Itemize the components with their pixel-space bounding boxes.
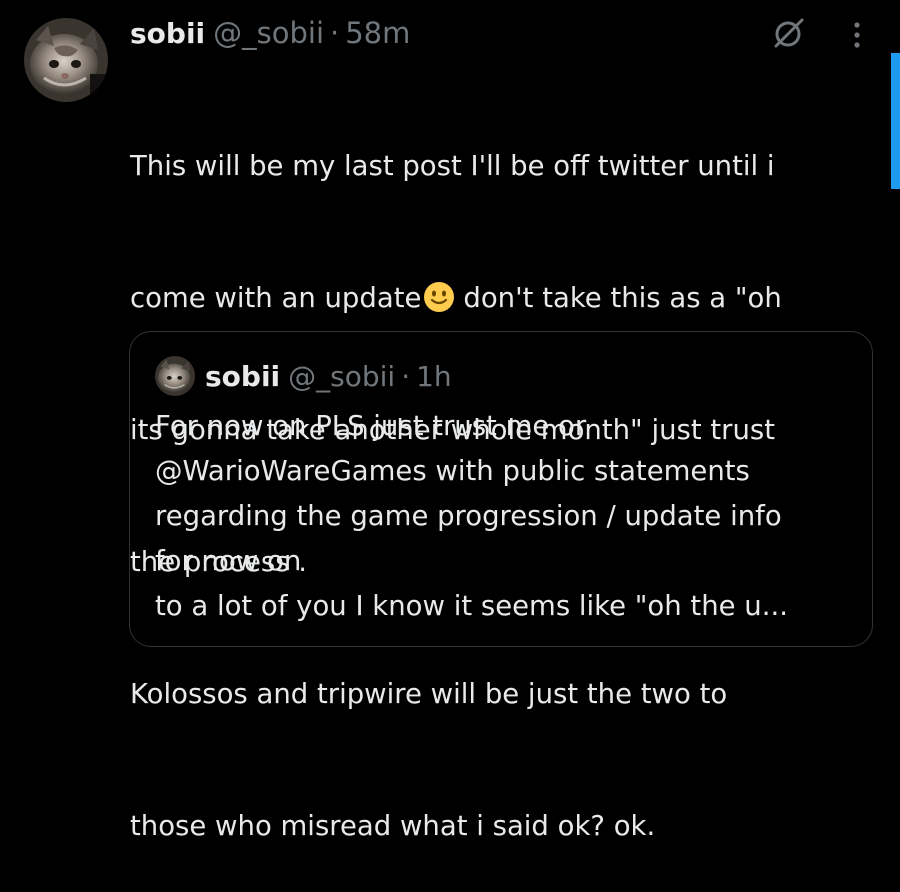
quoted-author-handle: @_sobii	[288, 359, 396, 393]
tweet-text-segment: don't take this as a "oh	[463, 282, 782, 314]
grok-icon[interactable]	[772, 16, 806, 50]
quoted-tweet-header: sobii @_sobii · 1h	[205, 354, 452, 398]
quoted-tweet-text: For now on PLS just trust me or @WarioWa…	[155, 404, 855, 629]
more-options-icon[interactable]	[850, 20, 864, 50]
scroll-indicator	[891, 53, 900, 189]
post-timestamp[interactable]: 58m	[345, 16, 410, 50]
quoted-text-line: regarding the game progression / update …	[155, 500, 782, 532]
quoted-tweet-card[interactable]: sobii @_sobii · 1h For now on PLS just t…	[129, 331, 873, 647]
quoted-text-line: to a lot of you I know it seems like "oh…	[155, 590, 788, 622]
tweet-text-line: This will be my last post I'll be off tw…	[130, 150, 775, 182]
quoted-text-line: for now on	[155, 545, 302, 577]
author-handle[interactable]: @_sobii	[213, 16, 324, 50]
quoted-header-separator: ·	[401, 359, 411, 393]
quoted-text-line: For now on PLS just trust me or	[155, 410, 587, 442]
author-avatar[interactable]	[24, 18, 108, 102]
cat-avatar-icon	[24, 18, 108, 102]
quoted-timestamp: 1h	[416, 359, 452, 393]
tweet-text-line: come with an update don't take this as a …	[130, 276, 870, 320]
author-display-name[interactable]: sobii	[130, 17, 205, 50]
quoted-author-display-name: sobii	[205, 359, 281, 393]
tweet-text-line: those who misread what i said ok? ok.	[130, 810, 656, 842]
tweet-text-segment: come with an update	[130, 282, 422, 314]
slightly-smiling-face-icon	[424, 282, 455, 312]
quoted-text-line: @WarioWareGames with public statements	[155, 455, 750, 487]
tweet-text-line: Kolossos and tripwire will be just the t…	[130, 678, 728, 710]
cat-avatar-icon	[155, 356, 195, 396]
tweet-header: sobii @_sobii · 58m	[130, 12, 410, 54]
header-separator: ·	[330, 16, 340, 50]
quoted-author-avatar	[155, 356, 195, 396]
